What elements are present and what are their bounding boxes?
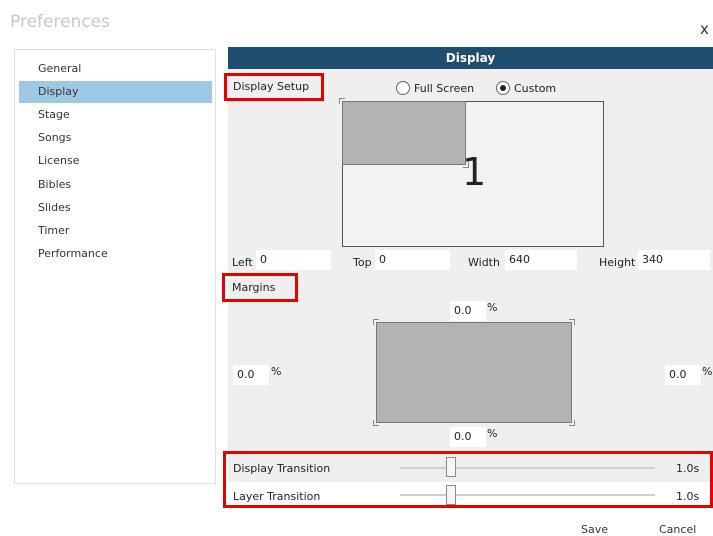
corner-handle-icon	[569, 420, 575, 426]
sidebar-item-display[interactable]: Display	[19, 81, 212, 103]
display-transition-slider[interactable]	[400, 467, 655, 469]
window-title: Preferences	[10, 12, 110, 32]
display-transition-label: Display Transition	[233, 462, 331, 475]
height-field[interactable]: 340	[638, 250, 710, 270]
sidebar-item-license[interactable]: License	[19, 150, 212, 172]
margin-left-field[interactable]: 0.0	[233, 365, 269, 385]
margin-bottom-unit: %	[487, 427, 498, 440]
width-field[interactable]: 640	[505, 250, 577, 270]
cancel-button[interactable]: Cancel	[659, 523, 696, 536]
width-label: Width	[468, 256, 500, 269]
layer-transition-label: Layer Transition	[233, 490, 321, 503]
sidebar-item-stage[interactable]: Stage	[19, 104, 212, 126]
top-field[interactable]: 0	[375, 250, 450, 270]
radio-icon	[396, 81, 410, 95]
panel-header: Display	[228, 47, 713, 69]
height-label: Height	[599, 256, 636, 269]
sidebar-item-performance[interactable]: Performance	[19, 243, 212, 265]
sidebar-item-slides[interactable]: Slides	[19, 197, 212, 219]
custom-radio[interactable]: Custom	[496, 81, 556, 95]
margin-right-field[interactable]: 0.0	[665, 365, 701, 385]
sidebar-item-songs[interactable]: Songs	[19, 127, 212, 149]
full-screen-radio[interactable]: Full Screen	[396, 81, 474, 95]
full-screen-label: Full Screen	[414, 82, 475, 95]
save-button[interactable]: Save	[581, 523, 608, 536]
layer-transition-slider-thumb[interactable]	[446, 485, 456, 505]
top-label: Top	[353, 256, 372, 269]
layer-transition-value: 1.0s	[676, 490, 700, 503]
left-field[interactable]: 0	[256, 250, 331, 270]
margin-preview-rect	[376, 322, 572, 423]
close-icon[interactable]: x	[700, 22, 709, 37]
corner-handle-icon	[373, 319, 379, 325]
corner-handle-icon	[373, 420, 379, 426]
margin-top-unit: %	[487, 301, 498, 314]
margins-label: Margins	[232, 281, 276, 294]
left-label: Left	[232, 256, 253, 269]
display-transition-slider-thumb[interactable]	[446, 457, 456, 477]
corner-handle-icon	[569, 319, 575, 325]
output-area-rect[interactable]	[342, 101, 466, 165]
sidebar-item-timer[interactable]: Timer	[19, 220, 212, 242]
sidebar-item-bibles[interactable]: Bibles	[19, 174, 212, 196]
custom-label: Custom	[514, 82, 557, 95]
monitor-number: 1	[462, 150, 487, 194]
margin-left-unit: %	[271, 365, 282, 378]
resize-handle-icon[interactable]	[339, 98, 345, 104]
display-setup-label: Display Setup	[233, 80, 310, 93]
layer-transition-slider[interactable]	[400, 494, 655, 496]
margin-bottom-field[interactable]: 0.0	[450, 427, 486, 447]
sidebar-item-general[interactable]: General	[19, 58, 212, 80]
preferences-sidebar: General Display Stage Songs License Bibl…	[14, 49, 216, 484]
display-transition-value: 1.0s	[676, 462, 700, 475]
radio-selected-icon	[496, 81, 510, 95]
margin-right-unit: %	[702, 365, 713, 378]
margin-top-field[interactable]: 0.0	[450, 301, 486, 321]
